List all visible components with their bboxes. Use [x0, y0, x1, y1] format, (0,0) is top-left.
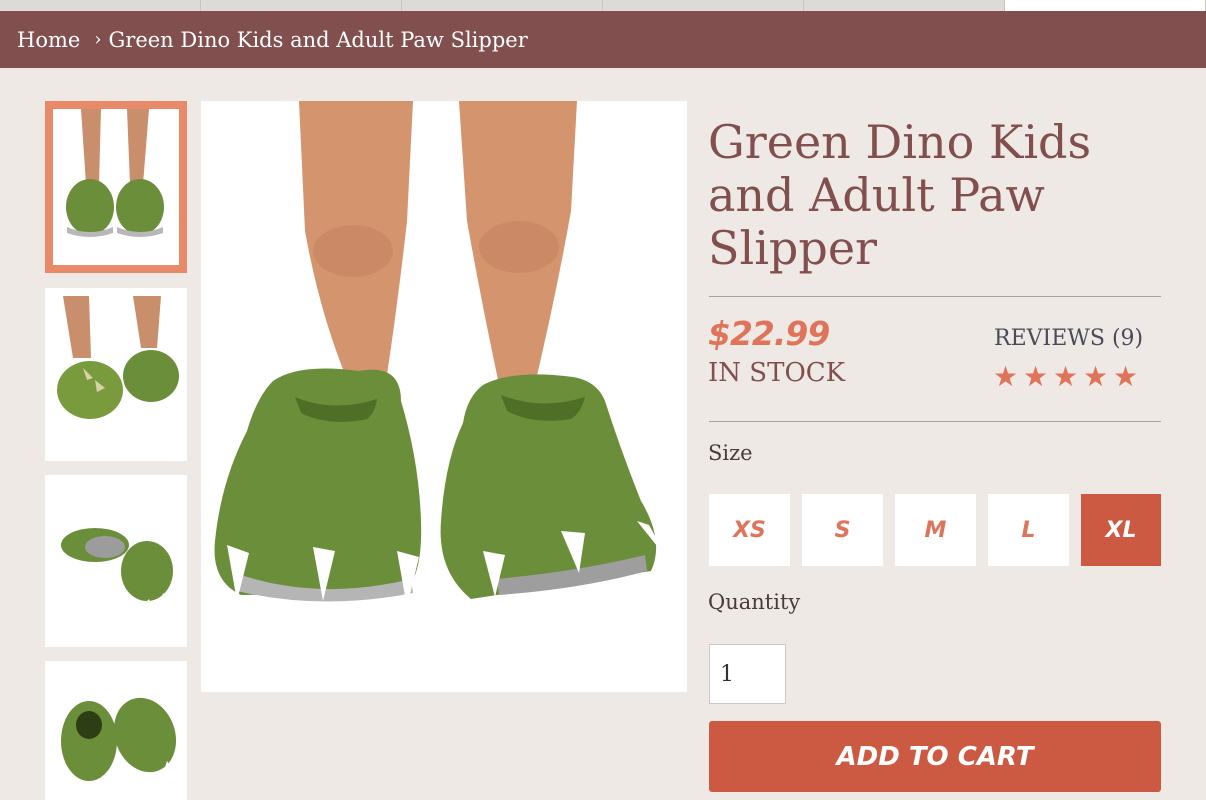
- browser-tab-strip: [0, 0, 1206, 11]
- product-thumbnail-4[interactable]: [45, 661, 187, 800]
- breadcrumb-home-link[interactable]: Home: [17, 28, 80, 52]
- product-thumbnail-3[interactable]: [45, 475, 187, 647]
- product-main-image[interactable]: [201, 101, 687, 692]
- star-icon: ★: [993, 360, 1020, 393]
- browser-tab[interactable]: [804, 0, 1005, 11]
- slipper-main-image: [201, 101, 687, 692]
- size-option-xl[interactable]: XL: [1081, 494, 1161, 566]
- size-option-m[interactable]: M: [895, 494, 976, 566]
- product-title: Green Dino Kids and Adult Paw Slipper: [708, 115, 1092, 275]
- size-option-xs[interactable]: XS: [709, 494, 790, 566]
- divider: [709, 296, 1161, 297]
- size-label: Size: [708, 441, 753, 465]
- star-icon: ★: [1053, 360, 1080, 393]
- slipper-thumbnail-image: [53, 109, 179, 265]
- add-to-cart-button[interactable]: ADD TO CART: [709, 721, 1161, 792]
- slipper-thumbnail-image: [45, 661, 187, 800]
- size-option-s[interactable]: S: [802, 494, 883, 566]
- star-icon: ★: [1023, 360, 1050, 393]
- breadcrumb: Home › Green Dino Kids and Adult Paw Sli…: [0, 11, 1206, 68]
- browser-tab[interactable]: [0, 0, 201, 11]
- chevron-right-icon: ›: [94, 29, 102, 50]
- stock-status: IN STOCK: [708, 358, 846, 388]
- star-rating: ★ ★ ★ ★ ★: [993, 360, 1143, 393]
- browser-tab[interactable]: [402, 0, 603, 11]
- size-option-l[interactable]: L: [988, 494, 1069, 566]
- product-thumbnail-2[interactable]: [45, 288, 187, 461]
- reviews-link[interactable]: REVIEWS (9): [994, 326, 1143, 351]
- slipper-thumbnail-image: [45, 288, 187, 461]
- breadcrumb-current: Green Dino Kids and Adult Paw Slipper: [108, 27, 528, 52]
- star-icon: ★: [1113, 360, 1140, 393]
- product-thumbnail-1[interactable]: [45, 101, 187, 273]
- slipper-thumbnail-image: [45, 475, 187, 647]
- browser-tab[interactable]: [603, 0, 804, 11]
- star-icon: ★: [1083, 360, 1110, 393]
- divider: [709, 421, 1161, 422]
- browser-tab-active[interactable]: [1005, 0, 1206, 11]
- quantity-label: Quantity: [708, 590, 801, 614]
- product-price: $22.99: [708, 314, 830, 353]
- quantity-input[interactable]: [709, 644, 786, 704]
- browser-tab[interactable]: [201, 0, 402, 11]
